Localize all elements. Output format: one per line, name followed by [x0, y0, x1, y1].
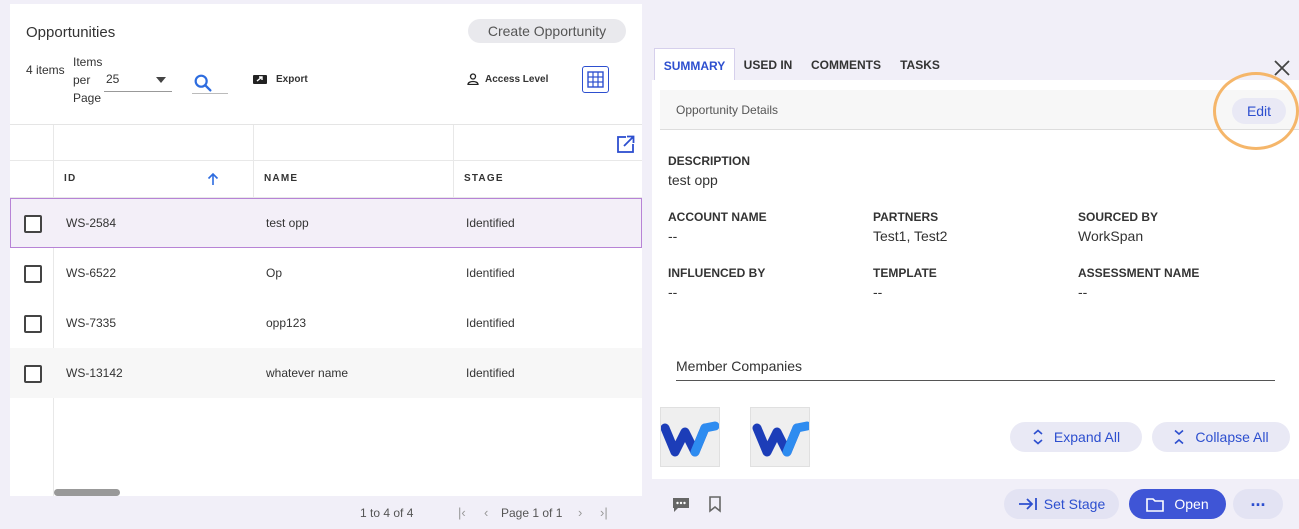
assessment-name-value: -- — [1078, 284, 1088, 300]
row-name: test opp — [266, 216, 309, 230]
open-external-icon[interactable] — [616, 134, 636, 154]
access-level-button[interactable]: Access Level — [467, 71, 548, 87]
more-options-button[interactable]: ... — [1233, 489, 1283, 519]
collapse-all-button[interactable]: Collapse All — [1152, 422, 1290, 452]
bookmark-icon[interactable] — [708, 496, 722, 513]
expand-icon — [1033, 429, 1043, 445]
company-logo[interactable] — [750, 407, 810, 467]
details-header: Opportunity Details Edit — [660, 90, 1299, 130]
search-icon — [194, 74, 212, 92]
expand-all-label: Expand All — [1053, 429, 1121, 445]
column-header-name[interactable]: NAME — [264, 173, 298, 184]
template-label: TEMPLATE — [873, 266, 937, 280]
page-title: Opportunities — [26, 24, 116, 41]
export-icon — [253, 75, 267, 84]
account-name-label: ACCOUNT NAME — [668, 210, 767, 224]
row-id: WS-6522 — [66, 266, 117, 280]
pagination-page: Page 1 of 1 — [501, 506, 563, 520]
caret-down-icon — [156, 77, 166, 83]
filter-row — [10, 125, 642, 161]
export-label: Export — [276, 73, 308, 85]
assessment-name-label: ASSESSMENT NAME — [1078, 266, 1200, 280]
create-opportunity-button[interactable]: Create Opportunity — [468, 19, 626, 43]
items-per-page-select[interactable]: 25 — [104, 68, 172, 92]
row-stage: Identified — [466, 266, 515, 280]
open-label: Open — [1174, 496, 1209, 512]
previous-page-icon[interactable]: ‹ — [484, 505, 488, 520]
set-stage-arrow-icon — [1018, 498, 1037, 510]
row-checkbox[interactable] — [24, 215, 42, 233]
row-checkbox[interactable] — [24, 265, 42, 283]
description-value: test opp — [668, 172, 718, 188]
horizontal-scrollbar[interactable] — [54, 489, 120, 496]
collapse-icon — [1174, 429, 1184, 445]
workspan-logo-icon — [752, 421, 809, 457]
company-logo[interactable] — [660, 407, 720, 467]
description-label: DESCRIPTION — [668, 154, 751, 168]
comment-icon[interactable] — [672, 497, 690, 513]
set-stage-label: Set Stage — [1043, 496, 1106, 512]
section-divider — [676, 380, 1275, 381]
column-header-id[interactable]: ID — [64, 173, 76, 184]
access-level-label: Access Level — [485, 73, 549, 85]
collapse-all-label: Collapse All — [1195, 429, 1269, 445]
sourced-by-label: SOURCED BY — [1078, 210, 1159, 224]
row-id: WS-2584 — [66, 216, 117, 230]
row-id: WS-13142 — [66, 366, 123, 380]
tab-used-in[interactable]: USED IN — [736, 48, 800, 80]
expand-all-button[interactable]: Expand All — [1010, 422, 1142, 452]
member-companies-title: Member Companies — [676, 358, 803, 374]
tab-tasks[interactable]: TASKS — [894, 48, 946, 80]
opportunities-table: ID NAME STAGE WS-2584 test opp Identifie… — [10, 124, 642, 496]
influenced-by-value: -- — [668, 284, 678, 300]
table-row[interactable]: WS-6522 Op Identified — [10, 248, 642, 298]
table-row[interactable]: WS-13142 whatever name Identified — [10, 348, 642, 398]
last-page-icon[interactable]: ›| — [600, 505, 608, 520]
row-checkbox[interactable] — [24, 315, 42, 333]
account-name-value: -- — [668, 228, 678, 244]
row-name: opp123 — [266, 316, 307, 330]
row-stage: Identified — [466, 316, 515, 330]
close-icon[interactable] — [1272, 58, 1292, 78]
next-page-icon[interactable]: › — [578, 505, 582, 520]
partners-label: PARTNERS — [873, 210, 939, 224]
pagination-range: 1 to 4 of 4 — [360, 506, 414, 520]
set-stage-button[interactable]: Set Stage — [1004, 489, 1119, 519]
partners-value: Test1, Test2 — [873, 228, 948, 244]
row-name: Op — [266, 266, 283, 280]
row-checkbox[interactable] — [24, 365, 42, 383]
grid-icon — [587, 71, 604, 88]
detail-tabs: SUMMARY USED IN COMMENTS TASKS — [652, 48, 1299, 80]
opportunities-panel: Opportunities Create Opportunity 4 items… — [10, 4, 642, 496]
row-id: WS-7335 — [66, 316, 117, 330]
folder-icon — [1146, 497, 1165, 512]
row-stage: Identified — [466, 366, 515, 380]
tab-comments[interactable]: COMMENTS — [806, 48, 886, 80]
tab-summary[interactable]: SUMMARY — [654, 48, 735, 80]
table-row[interactable]: WS-2584 test opp Identified — [10, 198, 642, 248]
edit-highlight-ring — [1213, 72, 1299, 150]
sort-ascending-icon[interactable] — [206, 172, 220, 186]
opportunity-detail-panel: SUMMARY USED IN COMMENTS TASKS Opportuni… — [652, 48, 1299, 529]
items-per-page-value: 25 — [106, 72, 120, 86]
export-button[interactable]: Export — [252, 71, 308, 87]
detail-footer: Set Stage Open ... — [652, 479, 1299, 529]
search-button[interactable] — [192, 70, 228, 94]
row-stage: Identified — [466, 216, 515, 230]
workspan-logo-icon — [661, 421, 719, 457]
items-count: 4 items — [26, 63, 65, 77]
sourced-by-value: WorkSpan — [1078, 228, 1144, 244]
table-header: ID NAME STAGE — [10, 161, 642, 198]
open-button[interactable]: Open — [1129, 489, 1226, 519]
first-page-icon[interactable]: |‹ — [458, 505, 466, 520]
column-header-stage[interactable]: STAGE — [464, 173, 504, 184]
influenced-by-label: INFLUENCED BY — [668, 266, 766, 280]
details-title: Opportunity Details — [676, 103, 779, 117]
table-row[interactable]: WS-7335 opp123 Identified — [10, 298, 642, 348]
template-value: -- — [873, 284, 883, 300]
grid-view-button[interactable] — [582, 66, 609, 93]
row-name: whatever name — [266, 366, 349, 380]
user-icon — [467, 73, 479, 85]
